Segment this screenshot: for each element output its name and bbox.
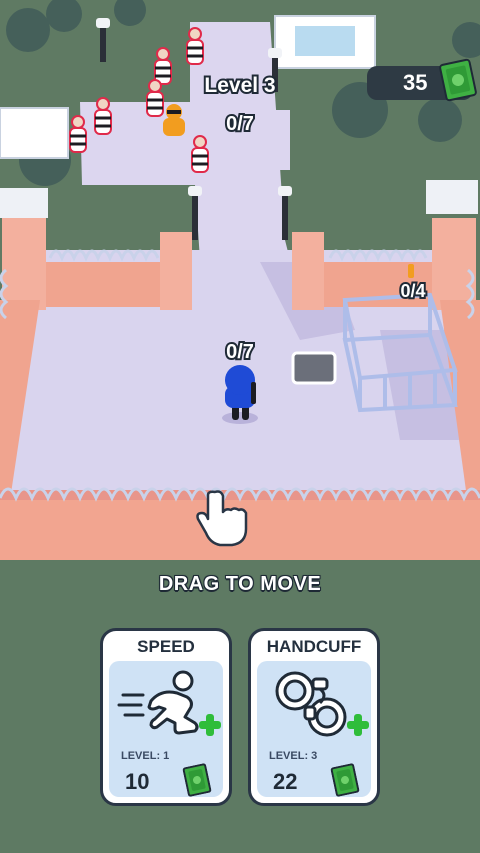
- speed-cost: 10: [125, 769, 150, 794]
- money-amount: 35: [403, 70, 428, 95]
- player-counter: 0/7: [226, 341, 254, 363]
- cash-bill-icon: [330, 763, 360, 797]
- money-counter: 35: [367, 58, 477, 102]
- running-person-icon: [117, 670, 221, 736]
- plus-icon: [347, 714, 369, 736]
- cash-bill-icon: [182, 763, 212, 797]
- handcuffs-icon: [275, 671, 369, 737]
- speed-level: LEVEL: 1: [121, 750, 170, 762]
- speed-upgrade-card[interactable]: SPEED LEVEL: 1 10: [100, 628, 232, 806]
- handcuff-upgrade-card[interactable]: HANDCUFF LEVEL: 3 22: [248, 628, 380, 806]
- yard-counter: 0/7: [226, 113, 254, 135]
- drag-to-move-hint: DRAG TO MOVE: [158, 573, 322, 595]
- upgrade-area: [0, 560, 480, 853]
- speed-panel: LEVEL: 1 10: [109, 661, 223, 797]
- plus-icon: [199, 714, 221, 736]
- handcuff-level: LEVEL: 3: [269, 750, 318, 762]
- cell-counter: 0/4: [400, 281, 425, 301]
- handcuff-title: HANDCUFF: [266, 637, 362, 656]
- level-label: Level 3: [204, 74, 275, 97]
- police-player[interactable]: [222, 365, 258, 424]
- handcuff-cost: 22: [273, 769, 298, 794]
- handcuff-panel: LEVEL: 3 22: [257, 661, 371, 797]
- speed-title: SPEED: [137, 637, 195, 656]
